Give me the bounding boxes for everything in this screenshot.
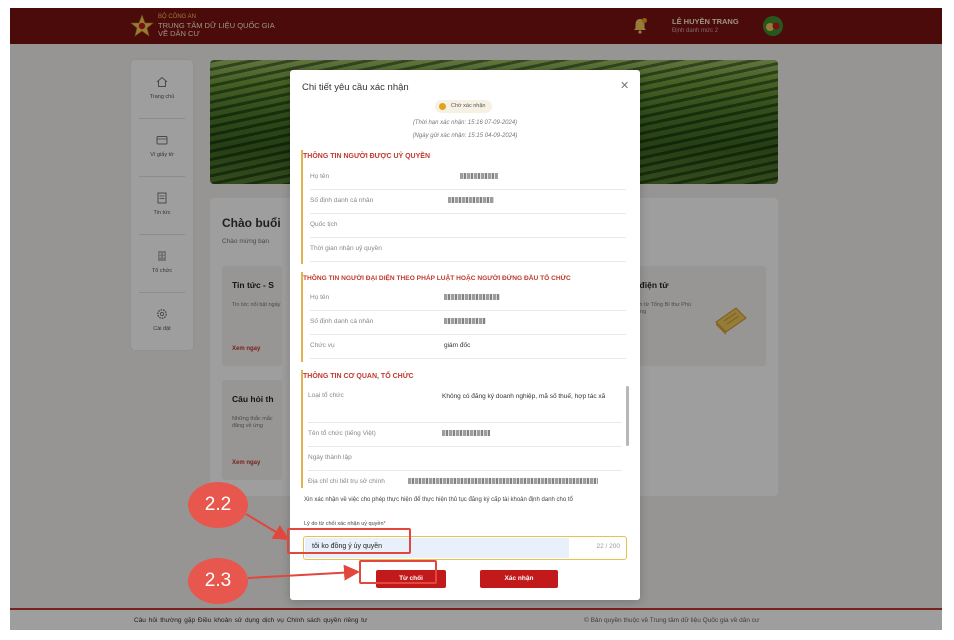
confirmation-deadline: (Thời hạn xác nhận: 15:16 07-09-2024) [412,120,518,126]
field-label: Họ tên [310,173,330,180]
scrollbar[interactable] [626,386,629,446]
redacted-value [460,173,498,179]
required-mark: * [383,521,386,527]
field-label: Số định danh cá nhân [310,197,374,204]
status-dot-icon [439,103,446,110]
section-accent-bar [301,272,303,362]
redacted-value [442,430,490,436]
redacted-value [444,294,500,300]
char-counter: 22 / 200 [596,543,621,550]
confirmation-detail-modal: Chi tiết yêu cầu xác nhận ✕ Chờ xác nhận… [290,70,640,600]
reject-reason-label-text: Lý do từ chối xác nhận uỷ quyền [304,521,384,527]
annotation-bubble-step-2-2: 2.2 [188,482,248,528]
field-row: Quốc tịch [310,214,626,238]
section-title-organization: THÔNG TIN CƠ QUAN, TỔ CHỨC [303,373,414,380]
consent-text: Xin xác nhận về việc cho phép thực hiện … [304,497,573,503]
field-row: Ngày thành lập [308,447,622,471]
sent-date: (Ngày gửi xác nhận: 15:15 04-09-2024) [412,133,518,139]
field-row: Họ tên [310,287,626,311]
field-row: Chức vụ giám đốc [310,335,626,359]
section-accent-bar [301,150,303,264]
section-title-authorized-person: THÔNG TIN NGƯỜI ĐƯỢC UỶ QUYỀN [303,153,431,160]
field-label: Loại tổ chức [308,392,344,399]
field-row: Loại tổ chức Không có đăng ký doanh nghi… [308,385,622,423]
confirm-button[interactable]: Xác nhận [480,570,558,588]
field-label: Ngày thành lập [308,454,352,461]
field-label: Quốc tịch [310,221,338,228]
close-icon[interactable]: ✕ [620,79,629,92]
field-label: Tên tổ chức (tiếng Việt) [308,430,376,437]
app-window: BỘ CÔNG AN TRUNG TÂM DỮ LIỆU QUỐC GIA VỀ… [10,8,942,630]
field-label: Địa chỉ chi tiết trụ sở chính [308,478,385,485]
status-badge: Chờ xác nhận [435,100,492,113]
annotation-highlight-reject [359,560,437,584]
modal-title: Chi tiết yêu cầu xác nhận [302,82,409,93]
annotation-bubble-step-2-3: 2.3 [188,558,248,604]
field-label: Chức vụ [310,342,335,349]
field-row: Số định danh cá nhân [310,190,626,214]
section-title-legal-representative: THÔNG TIN NGƯỜI ĐẠI DIỆN THEO PHÁP LUẬT … [303,275,571,282]
field-value: giám đốc [444,342,471,349]
field-row: Địa chỉ chi tiết trụ sở chính [308,471,622,489]
field-row: Tên tổ chức (tiếng Việt) [308,423,622,447]
reject-reason-label: Lý do từ chối xác nhận uỷ quyền* [304,521,386,527]
field-row: Họ tên [310,166,626,190]
section-accent-bar [301,370,303,488]
field-row: Thời gian nhận uỷ quyền [310,238,626,262]
redacted-value [408,478,598,484]
annotation-highlight-reason [287,528,411,554]
redacted-value [448,197,494,203]
field-label: Thời gian nhận uỷ quyền [310,245,382,252]
redacted-value [444,318,486,324]
field-value: Không có đăng ký doanh nghiệp, mã số thu… [442,393,606,400]
field-label: Số định danh cá nhân [310,318,374,325]
field-row: Số định danh cá nhân [310,311,626,335]
field-label: Họ tên [310,294,330,301]
status-label: Chờ xác nhận [451,103,486,109]
